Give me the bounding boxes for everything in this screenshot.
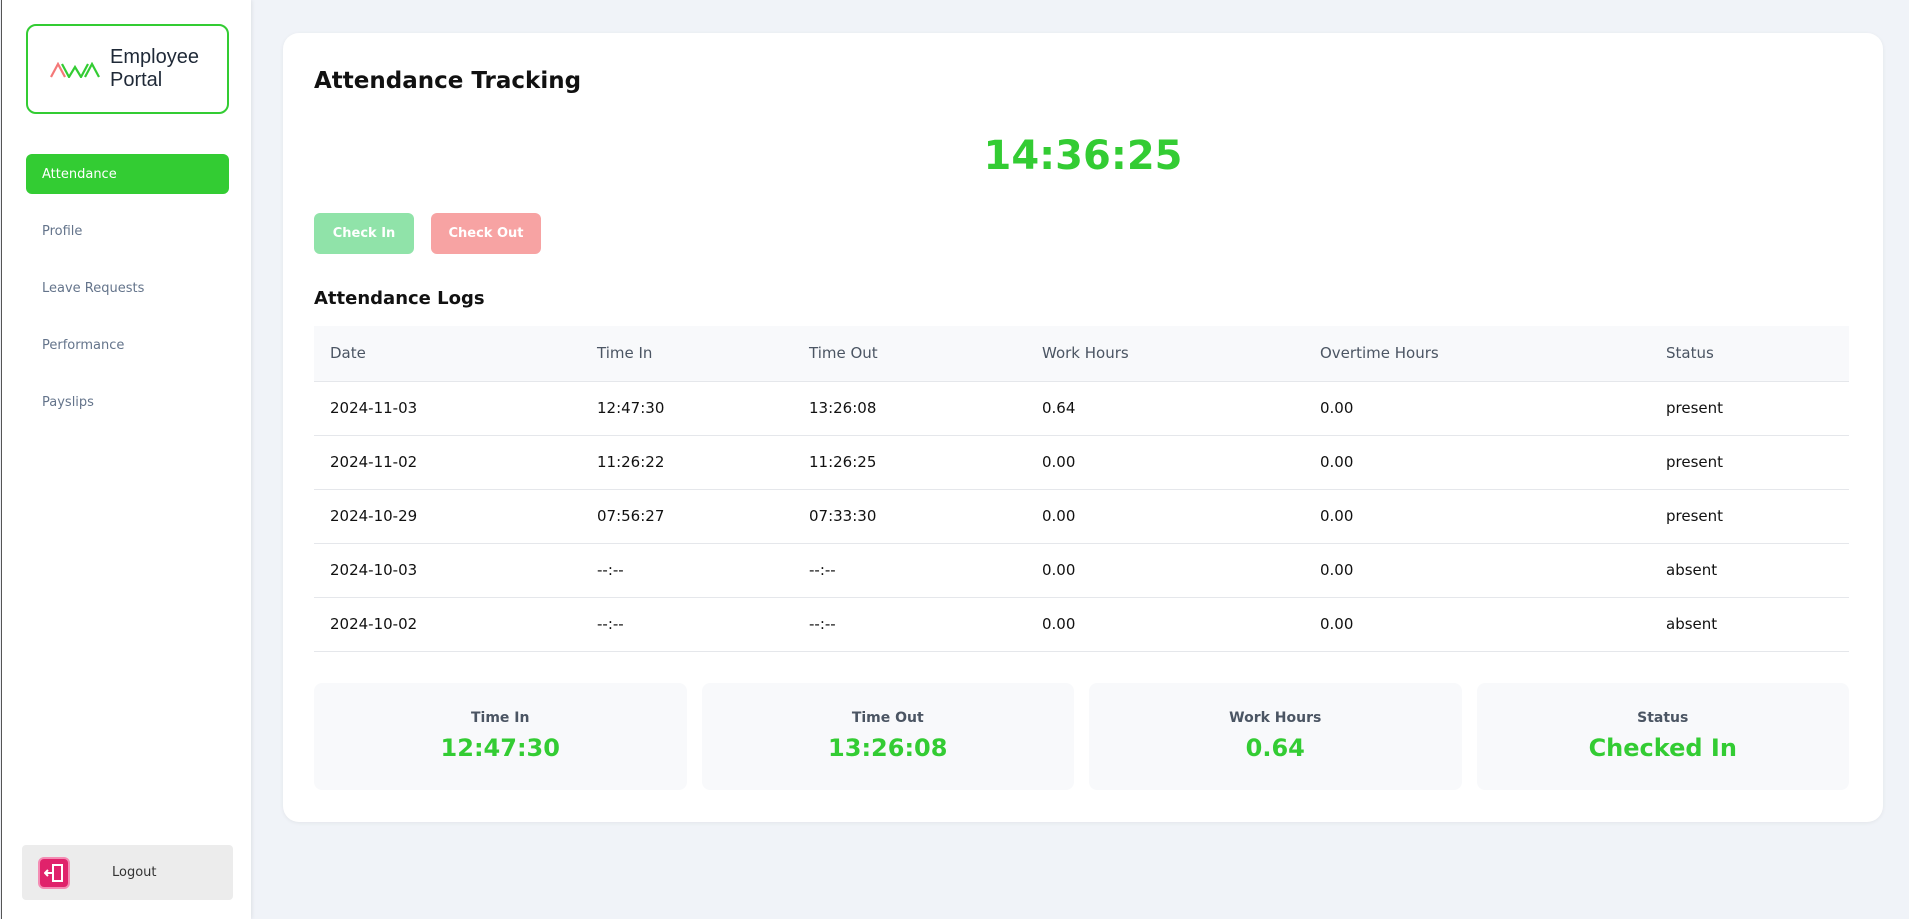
stat-label: Status	[1637, 710, 1689, 726]
stat-value: 13:26:08	[828, 734, 948, 762]
attendance-card: Attendance Tracking 14:36:25 Check In Ch…	[283, 33, 1883, 822]
check-in-button[interactable]: Check In	[314, 213, 414, 254]
brand-line-2: Portal	[110, 69, 163, 91]
table-cell: 2024-10-29	[314, 489, 581, 544]
sidebar-item-label: Attendance	[42, 166, 117, 182]
stat-time-in: Time In 12:47:30	[314, 683, 687, 790]
table-row: 2024-10-29 07:56:27 07:33:30 0.00 0.00 p…	[314, 489, 1849, 544]
table-cell: present	[1650, 381, 1849, 436]
brand-line-1: Employee	[110, 46, 199, 68]
sidebar-item-leave-requests[interactable]: Leave Requests	[26, 268, 229, 308]
table-cell: 0.00	[1304, 543, 1650, 598]
awa-logo-icon	[50, 61, 100, 82]
column-header: Time In	[581, 326, 793, 382]
logout-icon	[38, 856, 70, 889]
table-row: 2024-10-03 --:-- --:-- 0.00 0.00 absent	[314, 543, 1849, 598]
table-cell: 0.00	[1026, 435, 1304, 490]
table-cell: 2024-11-02	[314, 435, 581, 490]
column-header: Overtime Hours	[1304, 326, 1650, 382]
column-header: Status	[1650, 326, 1849, 382]
stat-work-hours: Work Hours 0.64	[1089, 683, 1462, 790]
table-cell: present	[1650, 489, 1849, 544]
stat-status: Status Checked In	[1476, 683, 1849, 790]
sidebar-item-label: Payslips	[42, 394, 94, 410]
table-cell: 11:26:22	[581, 435, 793, 490]
table-cell: 0.00	[1304, 381, 1650, 436]
table-cell: 2024-10-02	[314, 597, 581, 652]
sidebar-nav: Attendance Profile Leave Requests Perfor…	[26, 154, 229, 439]
column-header: Work Hours	[1026, 326, 1304, 382]
table-cell: 07:56:27	[581, 489, 793, 544]
page-title: Attendance Tracking	[314, 68, 582, 94]
table-cell: 13:26:08	[793, 381, 1026, 436]
summary-stats: Time In 12:47:30 Time Out 13:26:08 Work …	[314, 683, 1849, 790]
logout-label: Logout	[112, 865, 157, 880]
table-cell: 0.00	[1026, 597, 1304, 652]
logs-title: Attendance Logs	[314, 288, 485, 309]
stat-value: 0.64	[1245, 734, 1305, 762]
check-out-button[interactable]: Check Out	[431, 213, 541, 254]
table-cell: 0.00	[1026, 489, 1304, 544]
table-cell: 0.00	[1304, 435, 1650, 490]
table-cell: 0.00	[1304, 597, 1650, 652]
table-cell: 0.00	[1026, 543, 1304, 598]
table-row: 2024-11-02 11:26:22 11:26:25 0.00 0.00 p…	[314, 435, 1849, 490]
column-header: Date	[314, 326, 581, 382]
table-cell: --:--	[581, 543, 793, 598]
stat-value: Checked In	[1588, 734, 1737, 762]
sidebar-item-profile[interactable]: Profile	[26, 211, 229, 251]
table-cell: --:--	[793, 543, 1026, 598]
table-cell: absent	[1650, 543, 1849, 598]
stat-value: 12:47:30	[440, 734, 560, 762]
table-cell: 07:33:30	[793, 489, 1026, 544]
sidebar-item-attendance[interactable]: Attendance	[26, 154, 229, 194]
stat-label: Time Out	[851, 710, 924, 726]
table-cell: --:--	[793, 597, 1026, 652]
sidebar-item-payslips[interactable]: Payslips	[26, 382, 229, 422]
sidebar-item-performance[interactable]: Performance	[26, 325, 229, 365]
stat-label: Work Hours	[1229, 710, 1322, 726]
table-cell: 12:47:30	[581, 381, 793, 436]
brand-logo-box: Employee Portal	[26, 24, 229, 114]
table-row: 2024-10-02 --:-- --:-- 0.00 0.00 absent	[314, 597, 1849, 652]
sidebar-item-label: Profile	[42, 223, 83, 239]
table-cell: 11:26:25	[793, 435, 1026, 490]
attendance-logs-table: Date Time In Time Out Work Hours Overtim…	[314, 326, 1849, 652]
table-cell: present	[1650, 435, 1849, 490]
table-cell: --:--	[581, 597, 793, 652]
stat-label: Time In	[471, 710, 530, 726]
table-header-row: Date Time In Time Out Work Hours Overtim…	[314, 326, 1849, 382]
logout-button[interactable]: Logout	[22, 845, 233, 900]
table-cell: 0.00	[1304, 489, 1650, 544]
column-header: Time Out	[793, 326, 1026, 382]
table-row: 2024-11-03 12:47:30 13:26:08 0.64 0.00 p…	[314, 381, 1849, 436]
stat-time-out: Time Out 13:26:08	[701, 683, 1074, 790]
sidebar: Employee Portal Attendance Profile Leave…	[1, 0, 251, 919]
table-cell: 0.64	[1026, 381, 1304, 436]
table-cell: 2024-10-03	[314, 543, 581, 598]
brand-name: Employee Portal	[110, 46, 199, 92]
sidebar-item-label: Leave Requests	[42, 280, 145, 296]
table-cell: 2024-11-03	[314, 381, 581, 436]
sidebar-item-label: Performance	[42, 337, 125, 353]
table-cell: absent	[1650, 597, 1849, 652]
live-clock: 14:36:25	[983, 133, 1183, 179]
